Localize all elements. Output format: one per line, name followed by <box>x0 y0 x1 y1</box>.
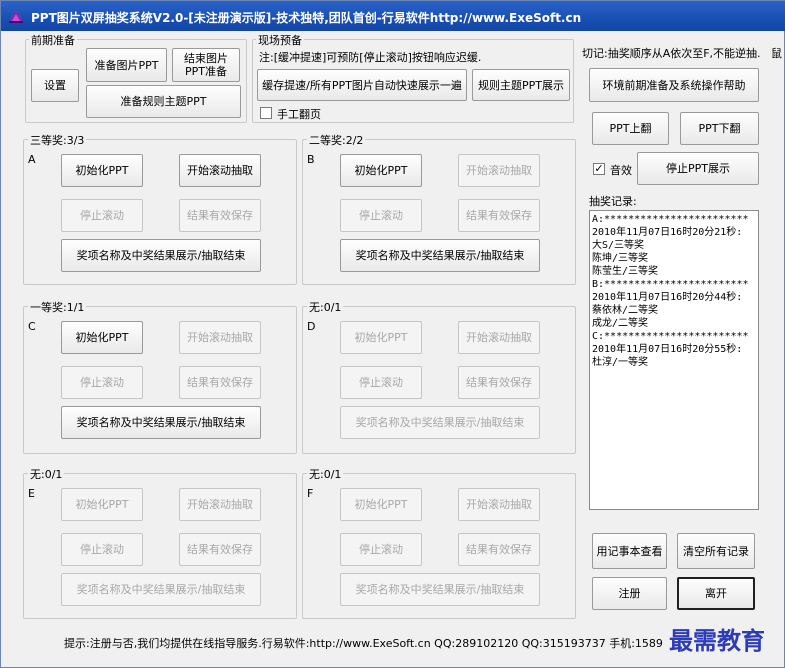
show-result-end-button[interactable]: 奖项名称及中奖结果展示/抽取结束 <box>340 406 540 439</box>
stop-scroll-button[interactable]: 停止滚动 <box>61 366 143 399</box>
exit-button[interactable]: 离开 <box>677 577 755 610</box>
stop-scroll-button[interactable]: 停止滚动 <box>61 199 143 232</box>
order-note: 切记:抽奖顺序从A依次至F,不能逆抽. <box>582 47 761 60</box>
stop-scroll-button[interactable]: 停止滚动 <box>340 533 422 566</box>
manual-page-label: 手工翻页 <box>277 108 321 121</box>
ppt-next-button[interactable]: PPT下翻 <box>680 112 759 145</box>
log-line: 陈莹生/三等奖 <box>592 266 659 277</box>
notepad-view-button[interactable]: 用记事本查看 <box>592 533 667 569</box>
app-window: PPT图片双屏抽奖系统V2.0-[未注册演示版]-技术独特,团队首创-行易软件h… <box>0 0 785 668</box>
stop-scroll-button[interactable]: 停止滚动 <box>340 199 422 232</box>
prize-group-letter: D <box>307 320 316 333</box>
show-result-end-button[interactable]: 奖项名称及中奖结果展示/抽取结束 <box>61 239 261 272</box>
status-bar-text: 提示:注册与否,我们均提供在线指导服务.行易软件:http://www.ExeS… <box>64 637 663 650</box>
log-line: 2010年11月07日16时20分55秒: <box>592 344 743 355</box>
show-result-end-button[interactable]: 奖项名称及中奖结果展示/抽取结束 <box>340 239 540 272</box>
prize-group-label: 无:0/1 <box>28 466 65 482</box>
save-result-button[interactable]: 结果有效保存 <box>179 533 261 566</box>
show-result-end-button[interactable]: 奖项名称及中奖结果展示/抽取结束 <box>61 406 261 439</box>
register-button[interactable]: 注册 <box>592 577 667 610</box>
log-line: 蔡依林/二等奖 <box>592 305 659 316</box>
onsite-note: 注:[缓冲提速]可预防[停止滚动]按钮响应迟缓. <box>259 51 482 64</box>
save-result-button[interactable]: 结果有效保存 <box>179 366 261 399</box>
end-image-ppt-label-1: 结束图片 <box>184 52 228 65</box>
help-button[interactable]: 环境前期准备及系统操作帮助 <box>589 68 759 102</box>
save-result-button[interactable]: 结果有效保存 <box>179 199 261 232</box>
show-result-end-button[interactable]: 奖项名称及中奖结果展示/抽取结束 <box>340 573 540 606</box>
init-ppt-button[interactable]: 初始化PPT <box>61 154 143 187</box>
prize-group-label: 无:0/1 <box>307 299 344 315</box>
start-draw-button[interactable]: 开始滚动抽取 <box>179 488 261 521</box>
title-bar[interactable]: PPT图片双屏抽奖系统V2.0-[未注册演示版]-技术独特,团队首创-行易软件h… <box>1 1 785 31</box>
end-image-ppt-label-2: PPT准备 <box>185 65 227 78</box>
onsite-group-label: 现场预备 <box>256 32 304 48</box>
init-ppt-button[interactable]: 初始化PPT <box>340 488 422 521</box>
log-line: 陈坤/三等奖 <box>592 253 649 264</box>
log-line: 2010年11月07日16时20分44秒: <box>592 292 743 303</box>
save-result-button[interactable]: 结果有效保存 <box>458 533 540 566</box>
window-title: PPT图片双屏抽奖系统V2.0-[未注册演示版]-技术独特,团队首创-行易软件h… <box>31 11 582 25</box>
watermark-logo: 最需教育 <box>669 626 765 655</box>
init-ppt-button[interactable]: 初始化PPT <box>61 321 143 354</box>
log-line: 成龙/二等奖 <box>592 318 649 329</box>
prize-group-letter: A <box>28 153 36 166</box>
prize-group-letter: E <box>28 487 35 500</box>
log-line: 杜淳/一等奖 <box>592 357 649 368</box>
end-image-ppt-button[interactable]: 结束图片 PPT准备 <box>172 48 240 82</box>
prize-group-letter: C <box>28 320 36 333</box>
log-label: 抽奖记录: <box>589 195 637 208</box>
rules-ppt-show-button[interactable]: 规则主题PPT展示 <box>472 69 570 101</box>
prepare-rules-ppt-button[interactable]: 准备规则主题PPT <box>86 85 241 118</box>
prep-group-label: 前期准备 <box>29 32 77 48</box>
log-line: 2010年11月07日16时20分21秒: <box>592 227 743 238</box>
ppt-prev-button[interactable]: PPT上翻 <box>592 112 669 145</box>
stop-scroll-button[interactable]: 停止滚动 <box>61 533 143 566</box>
start-draw-button[interactable]: 开始滚动抽取 <box>458 154 540 187</box>
sound-checkbox[interactable]: ✓ <box>593 163 605 175</box>
save-result-button[interactable]: 结果有效保存 <box>458 199 540 232</box>
prize-group-label: 无:0/1 <box>307 466 344 482</box>
start-draw-button[interactable]: 开始滚动抽取 <box>179 321 261 354</box>
prize-group-letter: B <box>307 153 315 166</box>
start-draw-button[interactable]: 开始滚动抽取 <box>458 321 540 354</box>
log-line: A:************************ <box>592 214 749 225</box>
sound-label: 音效 <box>610 164 632 177</box>
stop-ppt-show-button[interactable]: 停止PPT展示 <box>637 152 759 185</box>
prize-group-label: 二等奖:2/2 <box>307 132 366 148</box>
prepare-image-ppt-button[interactable]: 准备图片PPT <box>86 48 167 82</box>
side-cut-text: 鼠 <box>771 47 782 60</box>
start-draw-button[interactable]: 开始滚动抽取 <box>458 488 540 521</box>
init-ppt-button[interactable]: 初始化PPT <box>61 488 143 521</box>
prize-group-label: 三等奖:3/3 <box>28 132 87 148</box>
log-line: 大S/三等奖 <box>592 240 645 251</box>
log-line: C:************************ <box>592 331 749 342</box>
save-result-button[interactable]: 结果有效保存 <box>458 366 540 399</box>
log-line: B:************************ <box>592 279 749 290</box>
settings-button[interactable]: 设置 <box>31 69 79 102</box>
app-icon <box>9 10 23 23</box>
init-ppt-button[interactable]: 初始化PPT <box>340 321 422 354</box>
buffer-speedup-button[interactable]: 缓存提速/所有PPT图片自动快速展示一遍 <box>257 69 467 101</box>
draw-log[interactable]: A:************************ 2010年11月07日16时… <box>589 210 759 510</box>
prize-group-label: 一等奖:1/1 <box>28 299 87 315</box>
manual-page-checkbox[interactable] <box>260 107 272 119</box>
start-draw-button[interactable]: 开始滚动抽取 <box>179 154 261 187</box>
init-ppt-button[interactable]: 初始化PPT <box>340 154 422 187</box>
stop-scroll-button[interactable]: 停止滚动 <box>340 366 422 399</box>
show-result-end-button[interactable]: 奖项名称及中奖结果展示/抽取结束 <box>61 573 261 606</box>
clear-all-records-button[interactable]: 清空所有记录 <box>677 533 755 569</box>
prize-group-letter: F <box>307 487 314 500</box>
